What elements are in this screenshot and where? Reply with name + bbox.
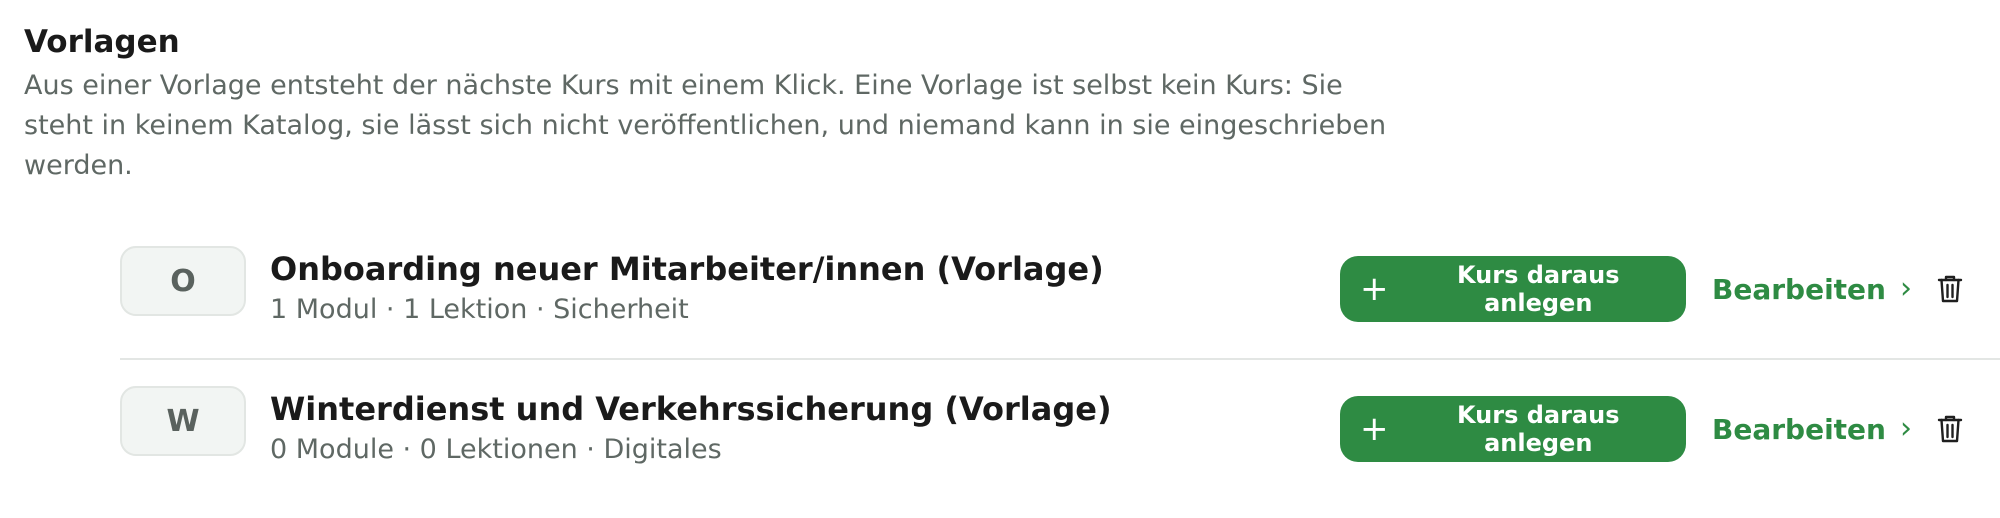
edit-label: Bearbeiten (1712, 412, 1886, 446)
plus-icon: + (1360, 269, 1389, 309)
templates-section: Vorlagen Aus einer Vorlage entsteht der … (0, 0, 2000, 518)
create-course-label: Kurs daraus anlegen (1456, 261, 1620, 317)
delete-template-button[interactable] (1928, 407, 1972, 451)
trash-icon (1937, 415, 1963, 443)
template-info: Winterdienst und Verkehrssicherung (Vorl… (270, 388, 1420, 470)
template-title: Onboarding neuer Mitarbeiter/innen (Vorl… (270, 250, 1104, 288)
create-course-label: Kurs daraus anlegen (1456, 401, 1620, 457)
template-info: Onboarding neuer Mitarbeiter/innen (Vorl… (270, 248, 1420, 330)
chevron-right-icon: › (1899, 411, 1912, 446)
template-meta: 1 Modul · 1 Lektion · Sicherheit (270, 294, 689, 325)
section-description: Aus einer Vorlage entsteht der nächste K… (24, 70, 1387, 181)
template-meta: 0 Module · 0 Lektionen · Digitales (270, 434, 722, 465)
template-avatar: O (120, 246, 246, 316)
template-list: O Onboarding neuer Mitarbeiter/innen (Vo… (120, 220, 2000, 498)
edit-template-link[interactable]: Bearbeiten › (1712, 256, 1912, 322)
create-course-button[interactable]: + Kurs daraus anlegen (1340, 256, 1686, 322)
delete-template-button[interactable] (1928, 267, 1972, 311)
edit-label: Bearbeiten (1712, 272, 1886, 306)
create-course-button[interactable]: + Kurs daraus anlegen (1340, 396, 1686, 462)
edit-template-link[interactable]: Bearbeiten › (1712, 396, 1912, 462)
trash-icon (1937, 275, 1963, 303)
section-title: Vorlagen (24, 24, 180, 60)
plus-icon: + (1360, 409, 1389, 449)
template-title: Winterdienst und Verkehrssicherung (Vorl… (270, 390, 1112, 428)
template-row: W Winterdienst und Verkehrssicherung (Vo… (120, 360, 2000, 498)
template-avatar: W (120, 386, 246, 456)
template-row: O Onboarding neuer Mitarbeiter/innen (Vo… (120, 220, 2000, 360)
chevron-right-icon: › (1899, 271, 1912, 306)
